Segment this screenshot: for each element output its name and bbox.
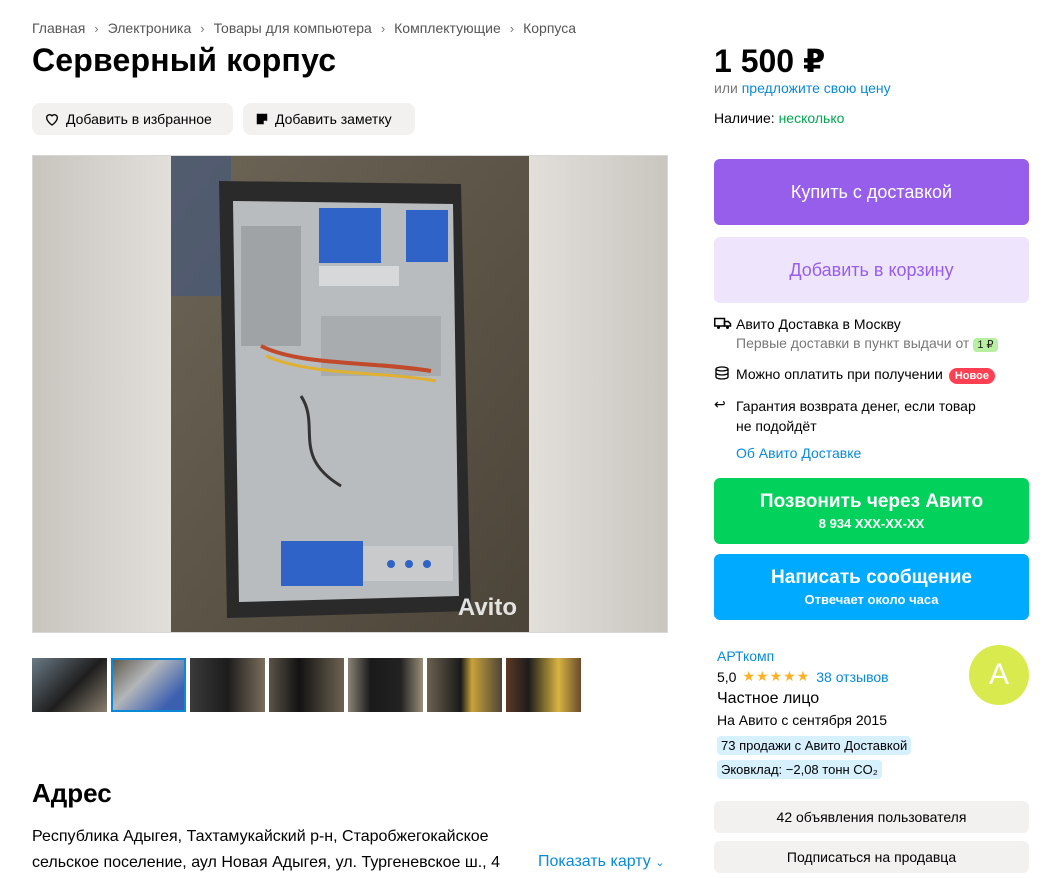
price-offer: или предложите свою цену <box>714 80 891 96</box>
pay-on-delivery-info: Можно оплатить при получении Новое <box>714 366 995 384</box>
delivery-pickup-label: Первые доставки в пункт выдачи от <box>736 335 970 351</box>
subscribe-label: Подписаться на продавца <box>786 849 957 865</box>
note-label: Добавить заметку <box>275 111 392 127</box>
stock-value: несколько <box>778 110 845 126</box>
user-ads-label: 42 объявления пользователя <box>776 809 967 825</box>
rating-value: 5,0 <box>717 668 737 685</box>
breadcrumb-cases[interactable]: Корпуса <box>523 20 576 36</box>
show-map-link[interactable]: Показать карту ⌄ <box>538 853 664 871</box>
breadcrumb-electronics[interactable]: Электроника <box>108 20 192 36</box>
favorite-label: Добавить в избранное <box>66 111 212 127</box>
seller-since: На Авито с сентября 2015 <box>717 712 887 728</box>
delivery-info-moscow: Авито Доставка в Москву Первые доставки … <box>714 316 998 352</box>
photo-blur-left <box>33 156 171 632</box>
seller-rating: 5,0 ★★★★★ 38 отзывов <box>717 668 911 685</box>
pay-on-delivery-text: Можно оплатить при получении <box>736 366 943 382</box>
breadcrumb-components[interactable]: Комплектующие <box>394 20 501 36</box>
main-photo[interactable]: Avito <box>32 155 668 633</box>
thumbnail[interactable] <box>348 658 423 712</box>
money-back-info: ↩ Гарантия возврата денег, если товар не… <box>714 396 994 436</box>
thumbnail-strip <box>32 658 581 712</box>
note-icon <box>256 113 268 125</box>
stock-status: Наличие: несколько <box>714 110 844 126</box>
about-avito-delivery-link[interactable]: Об Авито Доставке <box>736 445 861 461</box>
show-map-label: Показать карту <box>538 853 651 870</box>
new-badge: Новое <box>948 368 995 384</box>
page-title: Серверный корпус <box>32 42 337 78</box>
write-message-button[interactable]: Написать сообщение Отвечает около часа <box>714 554 1029 620</box>
user-ads-button[interactable]: 42 объявления пользователя <box>714 801 1029 833</box>
address-heading: Адрес <box>32 778 112 808</box>
truck-icon <box>714 316 736 351</box>
call-via-avito-button[interactable]: Позвонить через Авито 8 934 XXX-XX-XX <box>714 478 1029 544</box>
propose-price-link[interactable]: предложите свою цену <box>742 80 891 96</box>
call-label: Позвонить через Авито <box>759 491 984 512</box>
add-note-button[interactable]: Добавить заметку <box>243 103 415 135</box>
offer-prefix: или <box>714 80 738 96</box>
breadcrumb-home[interactable]: Главная <box>32 20 85 36</box>
thumbnail-active[interactable] <box>111 658 186 712</box>
thumbnail[interactable] <box>32 658 107 712</box>
thumbnail[interactable] <box>190 658 265 712</box>
price: 1 500 ₽ <box>714 43 826 79</box>
delivery-pickup-text: Первые доставки в пункт выдачи от 1 ₽ <box>736 335 998 352</box>
subscribe-seller-button[interactable]: Подписаться на продавца <box>714 841 1029 873</box>
seller-type: Частное лицо <box>717 690 820 707</box>
heart-icon <box>45 114 59 126</box>
address-text: Республика Адыгея, Тахтамукайский р-н, С… <box>32 828 500 871</box>
message-label: Написать сообщение <box>771 567 972 588</box>
stock-label: Наличие: <box>714 110 775 126</box>
breadcrumb-computer-goods[interactable]: Товары для компьютера <box>214 20 372 36</box>
seller-block: АРТкомп 5,0 ★★★★★ 38 отзывов Частное лиц… <box>717 648 912 779</box>
chevron-right-icon: › <box>380 20 386 36</box>
message-response-time: Отвечает около часа <box>804 592 939 607</box>
chevron-down-icon: ⌄ <box>655 857 665 869</box>
server-case-photo: Avito <box>171 156 529 632</box>
call-phone: 8 934 XXX-XX-XX <box>818 516 925 531</box>
return-arrow-icon: ↩ <box>714 396 726 412</box>
eco-chip: Эковклад: −2,08 тонн CO₂ <box>717 760 882 779</box>
seller-name[interactable]: АРТкомп <box>717 648 911 664</box>
star-icons: ★★★★★ <box>742 668 811 684</box>
add-to-favorites-button[interactable]: Добавить в избранное <box>32 103 233 135</box>
avatar[interactable]: А <box>969 645 1029 705</box>
breadcrumb: Главная › Электроника › Товары для компь… <box>32 20 576 36</box>
thumbnail[interactable] <box>269 658 344 712</box>
price-badge: 1 ₽ <box>973 338 998 352</box>
chevron-right-icon: › <box>509 20 515 36</box>
delivery-moscow-text: Авито Доставка в Москву <box>736 316 901 332</box>
reviews-link[interactable]: 38 отзывов <box>816 669 888 685</box>
chevron-right-icon: › <box>94 20 99 36</box>
chevron-right-icon: › <box>200 20 205 36</box>
cart-label: Добавить в корзину <box>789 259 954 280</box>
money-back-text: Гарантия возврата денег, если товар не п… <box>736 398 976 434</box>
photo-blur-right <box>529 156 667 632</box>
avito-watermark: Avito <box>457 594 517 621</box>
buy-with-delivery-button[interactable]: Купить с доставкой <box>714 159 1029 225</box>
thumbnail[interactable] <box>427 658 502 712</box>
thumbnail[interactable] <box>506 658 581 712</box>
buy-label: Купить с доставкой <box>790 181 953 202</box>
coins-icon <box>714 366 736 383</box>
add-to-cart-button[interactable]: Добавить в корзину <box>714 237 1029 303</box>
